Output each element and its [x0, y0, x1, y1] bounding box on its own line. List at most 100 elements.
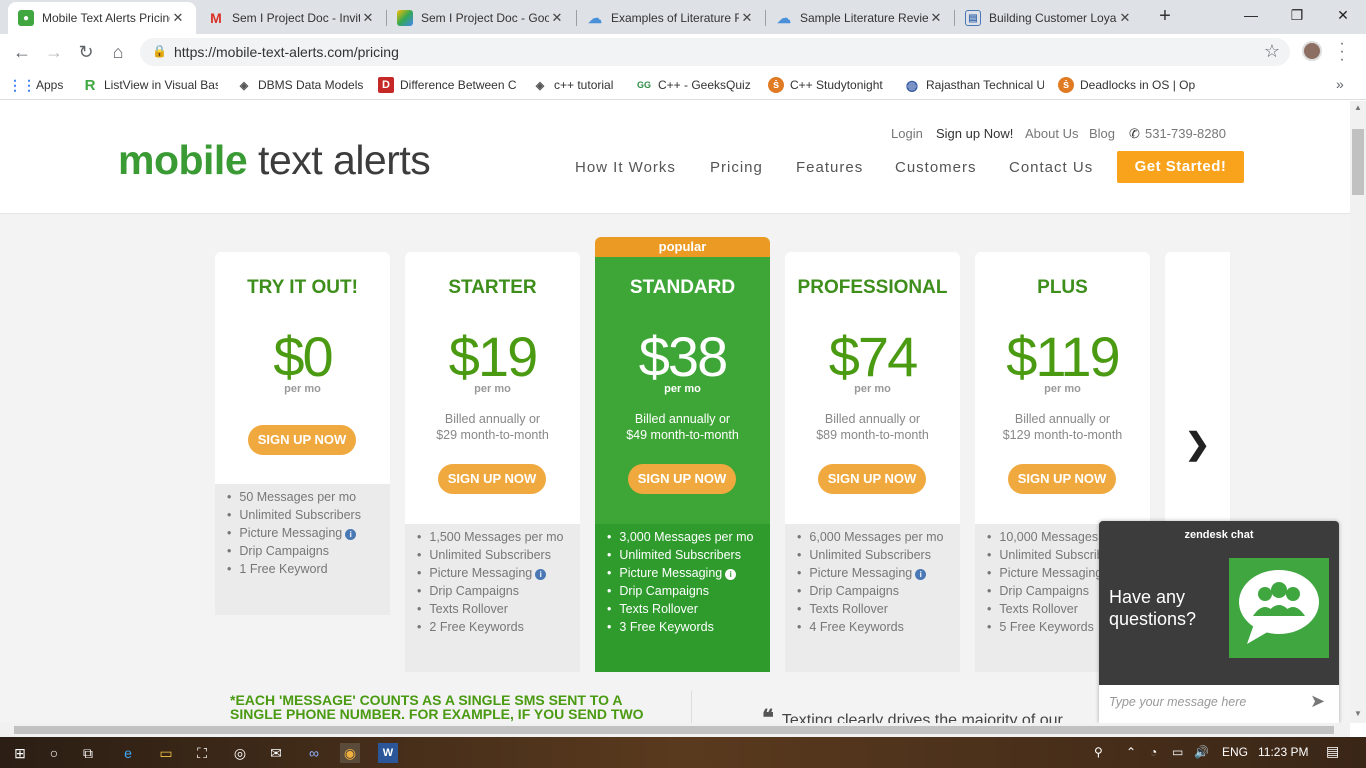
blog-link[interactable]: Blog	[1089, 126, 1115, 141]
forward-icon[interactable]: →	[42, 40, 66, 64]
phone-icon: ✆	[1129, 126, 1140, 141]
billing-line: $49 month-to-month	[626, 428, 739, 442]
nav-features[interactable]: Features	[796, 159, 863, 176]
close-tab-icon[interactable]: ✕	[170, 10, 186, 26]
infinity-icon[interactable]: ∞	[304, 743, 324, 763]
mail-icon[interactable]: ✉	[266, 743, 286, 763]
bookmark-star-icon[interactable]: ☆	[1264, 41, 1280, 62]
address-bar[interactable]: 🔒 https://mobile-text-alerts.com/pricing…	[140, 38, 1290, 66]
info-icon[interactable]: i	[345, 529, 357, 540]
scroll-thumb[interactable]	[14, 726, 1334, 734]
tab-examples-literature[interactable]: ☁ Examples of Literature Review ✕	[577, 2, 765, 34]
close-tab-icon[interactable]: ✕	[928, 10, 944, 26]
volume-icon[interactable]: 🔊	[1194, 745, 1209, 759]
testimonial-quote: ❝ Texting clearly drives the majority of …	[762, 705, 1063, 723]
get-started-button[interactable]: Get Started!	[1117, 151, 1244, 183]
signup-button[interactable]: SIGN UP NOW	[248, 425, 356, 455]
billing-line: $129 month-to-month	[1002, 428, 1123, 442]
close-window-icon[interactable]: ✕	[1320, 0, 1366, 32]
home-icon[interactable]: ⌂	[106, 40, 130, 64]
signup-button[interactable]: SIGN UP NOW	[1008, 464, 1116, 494]
bookmark-apps[interactable]: ⋮⋮ Apps	[14, 76, 74, 94]
nav-contact-us[interactable]: Contact Us	[1009, 159, 1093, 176]
clock[interactable]: 11:23 PM	[1258, 745, 1308, 759]
info-icon[interactable]: i	[535, 569, 547, 580]
wifi-icon[interactable]: ◔	[1150, 745, 1157, 759]
st-icon: ṡ	[1058, 77, 1074, 93]
feature-text: Picture Messaging	[999, 566, 1103, 580]
horizontal-scrollbar[interactable]	[0, 723, 1350, 737]
tab-customer-loyalty[interactable]: ▤ Building Customer Loyalty ✕	[955, 2, 1143, 34]
scroll-thumb[interactable]	[1352, 129, 1364, 195]
chat-header: zendesk chat Have any questions?	[1099, 521, 1339, 685]
site-logo[interactable]: mobile text alerts	[118, 137, 431, 184]
login-link[interactable]: Login	[891, 126, 923, 141]
language-indicator[interactable]: ENG	[1222, 745, 1248, 759]
phone-number[interactable]: 531-739-8280	[1145, 126, 1226, 141]
scroll-up-icon[interactable]: ▲	[1350, 103, 1366, 112]
search-icon[interactable]: ○	[44, 743, 64, 763]
back-icon[interactable]: ←	[10, 40, 34, 64]
bookmark-dbms[interactable]: ◈ DBMS Data Models	[236, 76, 366, 94]
close-tab-icon[interactable]: ✕	[549, 10, 565, 26]
bookmark-studytonight[interactable]: ṡ C++ Studytonight	[768, 76, 892, 94]
signup-button[interactable]: SIGN UP NOW	[438, 464, 546, 494]
restore-icon[interactable]: ❐	[1274, 0, 1320, 32]
bookmark-deadlocks[interactable]: ṡ Deadlocks in OS | Op	[1058, 76, 1196, 94]
zendesk-chat-widget[interactable]: zendesk chat Have any questions? Type yo…	[1099, 521, 1339, 723]
signup-button[interactable]: SIGN UP NOW	[818, 464, 926, 494]
nav-customers[interactable]: Customers	[895, 159, 977, 176]
chrome-icon[interactable]: ◉	[340, 743, 360, 763]
word-icon[interactable]: W	[378, 743, 398, 763]
profile-avatar[interactable]	[1302, 41, 1322, 61]
tray-expand-icon[interactable]: ⌃	[1126, 745, 1136, 759]
chat-message-input[interactable]: Type your message here	[1109, 695, 1246, 709]
info-icon[interactable]: i	[915, 569, 927, 580]
about-link[interactable]: About Us	[1025, 126, 1078, 141]
close-tab-icon[interactable]: ✕	[1117, 10, 1133, 26]
bookmarks-overflow-icon[interactable]: »	[1336, 76, 1344, 92]
url-text[interactable]: https://mobile-text-alerts.com/pricing	[174, 44, 399, 60]
battery-icon[interactable]: ▭	[1172, 745, 1183, 759]
file-explorer-icon[interactable]: ▭	[156, 743, 176, 763]
plan-card-standard: STANDARD $38 per mo Billed annually or $4…	[595, 257, 770, 672]
vertical-scrollbar[interactable]: ▲ ▼	[1350, 101, 1366, 723]
plan-name: TRY IT OUT!	[247, 277, 358, 298]
chat-people-icon	[1229, 558, 1329, 658]
scroll-down-icon[interactable]: ▼	[1350, 709, 1366, 718]
tab-sample-literature[interactable]: ☁ Sample Literature Review ✕	[766, 2, 954, 34]
reload-icon[interactable]: ↻	[74, 40, 98, 64]
send-icon[interactable]: ➤	[1310, 691, 1325, 712]
kebab-menu-icon[interactable]: · · ·	[1336, 36, 1348, 68]
store-icon[interactable]: ⛶	[192, 743, 212, 763]
info-icon[interactable]: i	[725, 569, 737, 580]
bookmark-label: C++ Studytonight	[790, 78, 883, 92]
tab-google-drive[interactable]: Sem I Project Doc - Google ✕	[387, 2, 575, 34]
bookmark-rajasthan[interactable]: ◍ Rajasthan Technical U	[904, 76, 1044, 94]
globe-icon: ◍	[905, 76, 919, 93]
feature-item: Picture Messagingi	[607, 564, 770, 582]
bookmark-geeksquiz[interactable]: GG C++ - GeeksQuiz	[636, 76, 756, 94]
close-tab-icon[interactable]: ✕	[739, 10, 755, 26]
chevron-right-icon[interactable]: ❯	[1185, 427, 1210, 462]
minimize-icon[interactable]: —	[1228, 0, 1274, 32]
bookmark-listview[interactable]: R ListView in Visual Basic	[82, 76, 218, 94]
people-icon[interactable]: ⚲	[1094, 745, 1103, 759]
signup-link[interactable]: Sign up Now!	[936, 126, 1013, 141]
nav-pricing[interactable]: Pricing	[710, 159, 763, 176]
new-tab-button[interactable]: +	[1151, 5, 1179, 29]
windows-start-icon[interactable]: ⊞	[10, 743, 30, 763]
close-tab-icon[interactable]: ✕	[360, 10, 376, 26]
bookmark-cpp-tutorial[interactable]: ◈ c++ tutorial	[532, 76, 624, 94]
media-icon[interactable]: ◎	[230, 743, 250, 763]
bookmark-difference[interactable]: D Difference Between C	[378, 76, 518, 94]
task-view-icon[interactable]: ⧉	[78, 743, 98, 763]
notifications-icon[interactable]: ▤	[1326, 743, 1339, 760]
edge-icon[interactable]: e	[118, 743, 138, 763]
tab-mobile-text-alerts[interactable]: ● Mobile Text Alerts Pricing ✕	[8, 2, 196, 34]
plan-card-try-it-out: TRY IT OUT! $0 per mo SIGN UP NOW 50 Mes…	[215, 252, 390, 615]
signup-button[interactable]: SIGN UP NOW	[628, 464, 736, 494]
diamond-icon: ◈	[239, 79, 249, 92]
nav-how-it-works[interactable]: How It Works	[575, 159, 676, 176]
tab-gmail[interactable]: M Sem I Project Doc - Invite ✕	[198, 2, 386, 34]
